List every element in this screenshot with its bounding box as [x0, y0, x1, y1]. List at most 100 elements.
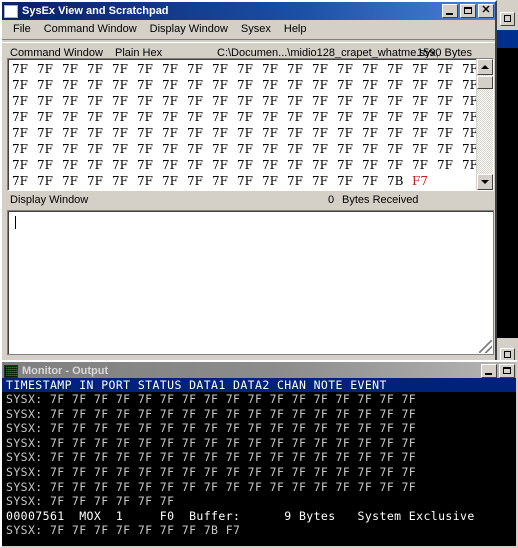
hex-byte: 7F [387, 142, 403, 156]
sysex-window-controls: ✕ [442, 4, 494, 18]
menu-help[interactable]: Help [278, 22, 314, 36]
monitor-output-body[interactable]: TIMESTAMP IN PORT STATUS DATA1 DATA2 CHA… [2, 378, 516, 546]
hex-byte: 7F [287, 142, 303, 156]
hex-byte: 7F [262, 62, 278, 76]
hex-byte: 7F [137, 126, 153, 140]
hex-byte: 7F [137, 94, 153, 108]
hex-byte: 7F [62, 94, 78, 108]
hex-byte: 7F [362, 158, 378, 172]
hex-byte: 7F [387, 158, 403, 172]
maximize-button[interactable] [460, 4, 476, 18]
hex-byte: 7F [12, 158, 28, 172]
hex-byte: 7F [237, 174, 253, 188]
hex-byte: 7F [362, 126, 378, 140]
hex-view-scrollbar[interactable] [476, 59, 493, 190]
hex-view-listbox[interactable]: 7F 7F 7F 7F 7F 7F 7F 7F 7F 7F 7F 7F 7F 7F 7F 7F 7F 7F 7F 7… [7, 58, 494, 191]
hex-byte: 7F [387, 126, 403, 140]
monitor-grid-icon [4, 364, 18, 378]
monitor-columns-header: TIMESTAMP IN PORT STATUS DATA1 DATA2 CHA… [2, 378, 516, 392]
hex-byte: 7F [12, 126, 28, 140]
hex-byte: 7F [212, 126, 228, 140]
hex-byte: 7F [312, 174, 328, 188]
menu-file[interactable]: File [7, 22, 38, 36]
file-size-label: 1590 Bytes [417, 46, 473, 59]
hex-byte: 7F [187, 126, 203, 140]
hex-byte: 7F [137, 110, 153, 124]
hex-byte: 7F [262, 158, 278, 172]
scroll-down-button[interactable] [477, 174, 493, 190]
hex-byte: 7F [112, 126, 128, 140]
monitor-sysx-row: SYSX: 7F 7F 7F 7F 7F 7F [6, 494, 175, 509]
hex-byte: 7F [112, 110, 128, 124]
sysex-titlebar[interactable]: SysEx View and Scratchpad ✕ [2, 2, 495, 20]
hex-byte: 7F [62, 62, 78, 76]
monitor-output-window[interactable]: Monitor - Output TIMESTAMP IN PORT STATU… [0, 360, 518, 548]
hex-byte: 7F [12, 78, 28, 92]
hex-byte: 7F [412, 126, 428, 140]
hex-byte: 7F [262, 110, 278, 124]
background-window-body [494, 48, 518, 338]
menu-sysex[interactable]: Sysex [235, 22, 278, 36]
minimize-button[interactable] [442, 4, 458, 18]
loaded-file-path: C:\Documen...\midio128_crapet_whatme.syx… [217, 46, 439, 59]
hex-byte: 7F [337, 62, 353, 76]
hex-byte: 7F [162, 174, 178, 188]
hex-byte: 7F [412, 78, 428, 92]
hex-byte: 7F [62, 126, 78, 140]
hex-byte: 7F [412, 110, 428, 124]
hex-byte: 7F [137, 158, 153, 172]
sysex-menubar[interactable]: File Command Window Display Window Sysex… [2, 20, 495, 39]
display-window-label: Display Window [10, 194, 89, 206]
hex-byte: 7F [312, 94, 328, 108]
hex-byte: 7F [312, 110, 328, 124]
background-window-restore-button[interactable] [500, 12, 515, 26]
hex-byte: 7F [187, 142, 203, 156]
hex-byte: 7F [87, 94, 103, 108]
hex-byte: 7F [262, 78, 278, 92]
hex-byte: 7F [187, 174, 203, 188]
hex-byte: 7F [37, 142, 53, 156]
hex-byte: 7F [212, 94, 228, 108]
hex-byte: 7F [462, 126, 476, 140]
monitor-maximize-button[interactable] [499, 364, 515, 378]
monitor-event-row: 00007561 MOX 1 F0 Buffer: 9 Bytes System… [6, 508, 475, 523]
resize-grip[interactable] [479, 340, 492, 353]
hex-byte: 7F [387, 78, 403, 92]
hex-byte: 7F [437, 78, 453, 92]
hex-byte: 7F [62, 110, 78, 124]
hex-byte: 7F [187, 94, 203, 108]
hex-byte: 7F [387, 94, 403, 108]
hex-byte: 7F [237, 142, 253, 156]
monitor-minimize-button[interactable] [481, 364, 497, 378]
hex-byte: 7F [37, 174, 53, 188]
hex-byte: 7F [162, 158, 178, 172]
display-window-textarea[interactable] [7, 210, 494, 355]
hex-byte: 7F [62, 158, 78, 172]
hex-byte: 7F [362, 142, 378, 156]
hex-byte: 7F [112, 62, 128, 76]
bytes-received-label: Bytes Received [342, 194, 419, 206]
scrollbar-thumb[interactable] [477, 76, 493, 89]
menu-display-window[interactable]: Display Window [144, 22, 235, 36]
hex-byte: 7F [312, 78, 328, 92]
menu-command-window[interactable]: Command Window [38, 22, 144, 36]
sysex-view-window[interactable]: SysEx View and Scratchpad ✕ File Command… [0, 0, 497, 362]
hex-row: 7F 7F 7F 7F 7F 7F 7F 7F 7F 7F 7F 7F 7F 7F 7F 7B F7 [12, 173, 476, 189]
hex-row: 7F 7F 7F 7F 7F 7F 7F 7F 7F 7F 7F 7F 7F 7F 7F 7F 7F 7F 7F [12, 125, 476, 141]
hex-byte: 7F [12, 110, 28, 124]
hex-byte: 7B [387, 174, 404, 188]
hex-byte: 7F [187, 78, 203, 92]
background-window-titlebar[interactable] [494, 30, 518, 48]
hex-byte: 7F [87, 174, 103, 188]
hex-byte: 7F [287, 94, 303, 108]
scroll-up-button[interactable] [477, 59, 493, 75]
hex-row: 7F 7F 7F 7F 7F 7F 7F 7F 7F 7F 7F 7F 7F 7F 7F 7F 7F 7F 7F [12, 77, 476, 93]
chevron-up-icon [481, 65, 489, 69]
desktop-root: SysEx View and Scratchpad ✕ File Command… [0, 0, 518, 548]
close-button[interactable]: ✕ [478, 4, 494, 18]
hex-byte: 7F [37, 126, 53, 140]
monitor-window-controls [481, 364, 515, 378]
hex-byte: 7F [412, 142, 428, 156]
hex-byte: 7F [262, 126, 278, 140]
hex-row: 7F 7F 7F 7F 7F 7F 7F 7F 7F 7F 7F 7F 7F 7F 7F 7F 7F 7F 7F [12, 109, 476, 125]
